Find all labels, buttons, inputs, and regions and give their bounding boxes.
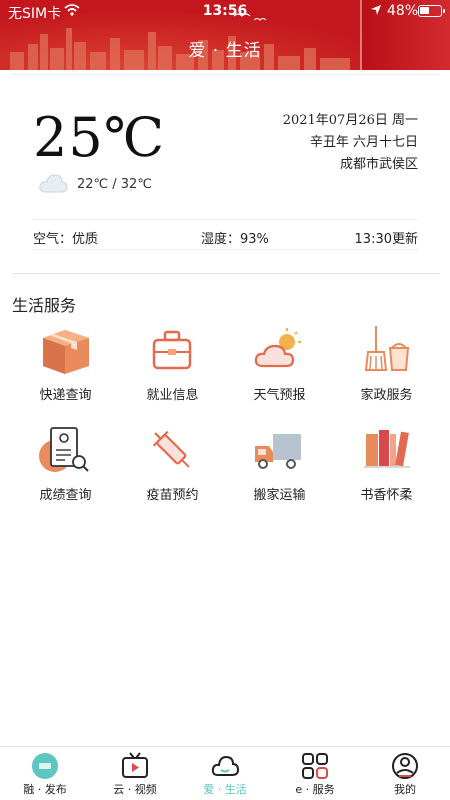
tab-label: 融 · 发布 (23, 783, 67, 796)
page-title: 爱 · 生活 (188, 41, 262, 61)
news-icon (32, 753, 58, 779)
location-label: 成都市武侯区 (339, 157, 418, 172)
service-express-tracking[interactable]: 快递查询 (12, 318, 119, 408)
syringe-icon (152, 430, 190, 468)
tab-label: 爱 · 生活 (203, 783, 247, 796)
bottom-tab-bar: 融 · 发布 云 · 视频 爱 · 生活 e · 服务 我的 (0, 746, 450, 800)
broom-icon (364, 326, 410, 371)
service-score-query[interactable]: 成绩查询 (12, 418, 119, 508)
service-reading[interactable]: 书香怀柔 (333, 418, 440, 508)
tab-label: 我的 (394, 783, 416, 796)
cloud-icon (39, 174, 68, 193)
weather-icon (254, 328, 301, 368)
tab-life[interactable]: 爱 · 生活 (180, 747, 270, 800)
humidity: 湿度：93% (201, 232, 269, 247)
tab-label: e · 服务 (295, 783, 335, 796)
books-icon (364, 430, 410, 468)
tab-news[interactable]: 融 · 发布 (0, 747, 90, 800)
section-title: 生活服务 (12, 296, 77, 315)
service-moving[interactable]: 搬家运输 (226, 418, 333, 508)
weather-metrics: 空气：优质 湿度：93% 13:30更新 (33, 228, 418, 247)
service-vaccine-booking[interactable]: 疫苗预约 (119, 418, 226, 508)
package-icon (43, 330, 89, 374)
service-housekeeping[interactable]: 家政服务 (333, 318, 440, 408)
service-weather-forecast[interactable]: 天气预报 (226, 318, 333, 408)
status-bar: 无SIM卡 13:56 48% (0, 0, 450, 22)
battery-percent: 48% (387, 3, 419, 19)
life-icon (211, 755, 240, 776)
truck-icon (255, 434, 301, 469)
date-label: 2021年07月26日 周一 (282, 113, 418, 128)
service-jobs[interactable]: 就业信息 (119, 318, 226, 408)
tab-services[interactable]: e · 服务 (270, 747, 360, 800)
location-arrow-icon (371, 5, 381, 15)
service-label: 天气预报 (253, 388, 306, 403)
service-label: 成绩查询 (39, 488, 92, 503)
clock: 13:56 (202, 3, 248, 19)
air-quality: 空气：优质 (33, 232, 99, 247)
current-temperature: 25℃ (33, 106, 166, 169)
scores-icon (39, 427, 89, 472)
tab-label: 云 · 视频 (113, 783, 157, 796)
service-label: 搬家运输 (253, 488, 306, 503)
profile-icon (392, 753, 418, 779)
briefcase-icon (152, 330, 192, 370)
grid-icon (302, 753, 328, 779)
lunar-date-label: 辛丑年 六月十七日 (309, 135, 418, 150)
service-label: 快递查询 (39, 388, 92, 403)
tv-icon (122, 752, 148, 778)
battery-icon (418, 5, 445, 17)
tab-profile[interactable]: 我的 (360, 747, 450, 800)
tab-video[interactable]: 云 · 视频 (90, 747, 180, 800)
service-label: 书香怀柔 (360, 488, 413, 503)
update-time: 13:30更新 (354, 232, 418, 247)
service-label: 疫苗预约 (146, 488, 199, 503)
service-label: 就业信息 (146, 388, 199, 403)
temperature-range: 22℃ / 32℃ (77, 177, 152, 192)
app-header: 无SIM卡 13:56 48% 爱 · 生活 (0, 0, 450, 70)
service-label: 家政服务 (360, 388, 413, 403)
